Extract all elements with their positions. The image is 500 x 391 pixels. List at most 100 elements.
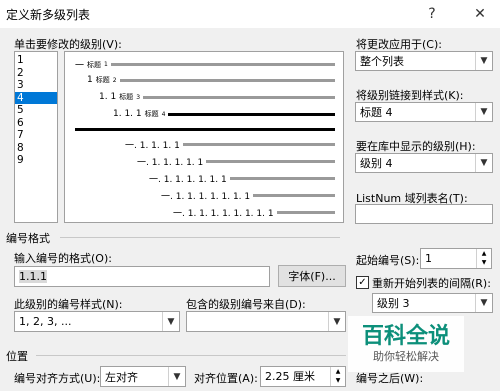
preview-level-number: 3 [136,93,141,101]
preview-heading-text: 标题 [144,110,159,118]
gallery-level-value: 级别 4 [360,157,393,170]
position-group-label: 位置 [6,350,28,363]
preview-number: 1. 1. 1 [113,109,142,119]
gallery-level-select[interactable]: 级别 4 ▼ [355,153,493,173]
restart-checkbox[interactable]: ✓ [356,276,369,289]
chevron-down-icon[interactable]: ▼ [475,52,492,70]
spinner-icon[interactable]: ▲ ▼ [476,249,491,268]
title-bar: 定义新多级列表 ? ✕ [0,0,500,28]
level-list-label: 单击要修改的级别(V): [14,38,122,51]
preview-line [229,177,335,180]
follow-number-label: 编号之后(W): [356,372,424,385]
number-format-group-label: 编号格式 [6,232,50,245]
font-button[interactable]: 字体(F)... [278,265,346,287]
align-label: 编号对齐方式(U): [14,372,101,385]
level-list-item[interactable]: 7 [15,129,57,142]
level-preview: 一标题 1 1 标题 2 1. 1 标题 3 1. 1. 1 标题 4 一. 1. 1. 1. 1 一.… [64,51,344,223]
start-at-input[interactable]: 1 ▲ ▼ [420,248,492,269]
include-level-label: 包含的级别编号来自(D): [186,298,306,311]
preview-row: 一. 1. 1. 1. 1. 1. 1. 1 [161,189,335,202]
preview-level-number: 2 [112,76,117,84]
preview-row: 1. 1 标题 3 [99,92,335,102]
preview-row: 一. 1. 1. 1. 1. 1. 1 [149,172,335,185]
preview-line [206,160,335,163]
level-list-item[interactable]: 6 [15,117,57,130]
preview-row: 一. 1. 1. 1. 1. 1 [137,155,335,168]
watermark-subtitle: 助你轻松解决 [373,350,439,363]
preview-number: 一. 1. 1. 1. 1. 1 [137,158,204,168]
preview-number: 一. 1. 1. 1. 1. 1. 1. 1. 1 [173,209,274,219]
format-input[interactable]: 1.1.1 [14,266,270,287]
include-level-select[interactable]: ▼ [186,311,346,332]
preview-row: 1. 1. 1 标题 4 [113,109,335,119]
align-value: 左对齐 [105,370,138,384]
align-at-label: 对齐位置(A): [194,372,258,385]
link-style-label: 将级别链接到样式(K): [356,89,464,102]
preview-line [276,211,335,214]
group-divider [60,237,340,238]
preview-heading-text: 标题 [119,93,134,101]
preview-line [168,112,335,116]
preview-number: 一. 1. 1. 1. 1. 1. 1. 1 [161,192,251,202]
number-style-label: 此级别的编号样式(N): [14,298,123,311]
preview-line [182,143,335,146]
level-list-item[interactable]: 1 [15,54,57,67]
preview-current-level-line [75,128,335,131]
number-style-select[interactable]: 1, 2, 3, ... ▼ [14,311,180,332]
preview-row: 一. 1. 1. 1. 1 [125,138,335,151]
chevron-down-icon[interactable]: ▼ [168,367,185,386]
align-at-value: 2.25 厘米 [265,370,315,383]
preview-number: 一. 1. 1. 1. 1 [125,141,180,151]
listnum-input[interactable] [355,204,493,224]
restart-value: 级别 3 [377,297,410,310]
preview-number: 一 [75,61,85,71]
help-button[interactable]: ? [418,2,446,26]
preview-line [253,194,335,197]
apply-to-value: 整个列表 [360,55,404,68]
preview-heading-text: 标题 [95,76,110,84]
preview-number: 一. 1. 1. 1. 1. 1. 1 [149,175,227,185]
preview-number: 1. 1 [99,92,117,102]
align-at-input[interactable]: 2.25 厘米 ▲ ▼ [260,366,346,387]
chevron-down-icon[interactable]: ▼ [328,312,345,331]
preview-level-number: 1 [104,61,108,68]
preview-level-number: 4 [161,110,166,118]
level-list-item[interactable]: 8 [15,142,57,155]
chevron-down-icon[interactable]: ▼ [475,154,492,172]
preview-heading-text: 标题 [87,60,102,69]
group-divider [36,355,346,356]
start-at-value: 1 [425,252,432,265]
number-style-value: 1, 2, 3, ... [19,315,72,328]
preview-number: 1 [87,75,93,85]
level-list-item[interactable]: 9 [15,154,57,167]
chevron-down-icon[interactable]: ▼ [162,312,179,331]
link-style-select[interactable]: 标题 4 ▼ [355,102,493,122]
format-label: 输入编号的格式(O): [14,252,112,265]
spinner-icon[interactable]: ▲ ▼ [330,367,345,386]
restart-label: 重新开始列表的间隔(R): [372,277,491,290]
preview-line [143,95,335,99]
align-select[interactable]: 左对齐 ▼ [100,366,186,387]
preview-row: 一. 1. 1. 1. 1. 1. 1. 1. 1 [173,206,335,219]
preview-row: 1 标题 2 [87,75,335,85]
dialog-title: 定义新多级列表 [6,8,91,22]
preview-row: 一标题 1 [75,58,335,71]
chevron-down-icon[interactable]: ▼ [475,294,492,312]
level-list-item[interactable]: 2 [15,67,57,80]
apply-to-label: 将更改应用于(C): [356,38,442,51]
format-value: 1.1.1 [19,270,47,283]
watermark: 百科全说 助你轻松解决 [348,316,464,372]
level-list-item[interactable]: 4 [15,91,57,104]
preview-line [119,78,335,82]
chevron-down-icon[interactable]: ▼ [475,103,492,121]
level-list[interactable]: 123456789 [14,51,58,223]
close-button[interactable]: ✕ [466,2,494,26]
link-style-value: 标题 4 [360,106,393,119]
watermark-title: 百科全说 [361,324,450,349]
restart-select[interactable]: 级别 3 ▼ [372,293,493,313]
level-list-item[interactable]: 3 [15,79,57,92]
gallery-level-label: 要在库中显示的级别(H): [356,140,476,153]
level-list-item[interactable]: 5 [15,104,57,117]
apply-to-select[interactable]: 整个列表 ▼ [355,51,493,71]
start-at-label: 起始编号(S): [356,254,420,267]
